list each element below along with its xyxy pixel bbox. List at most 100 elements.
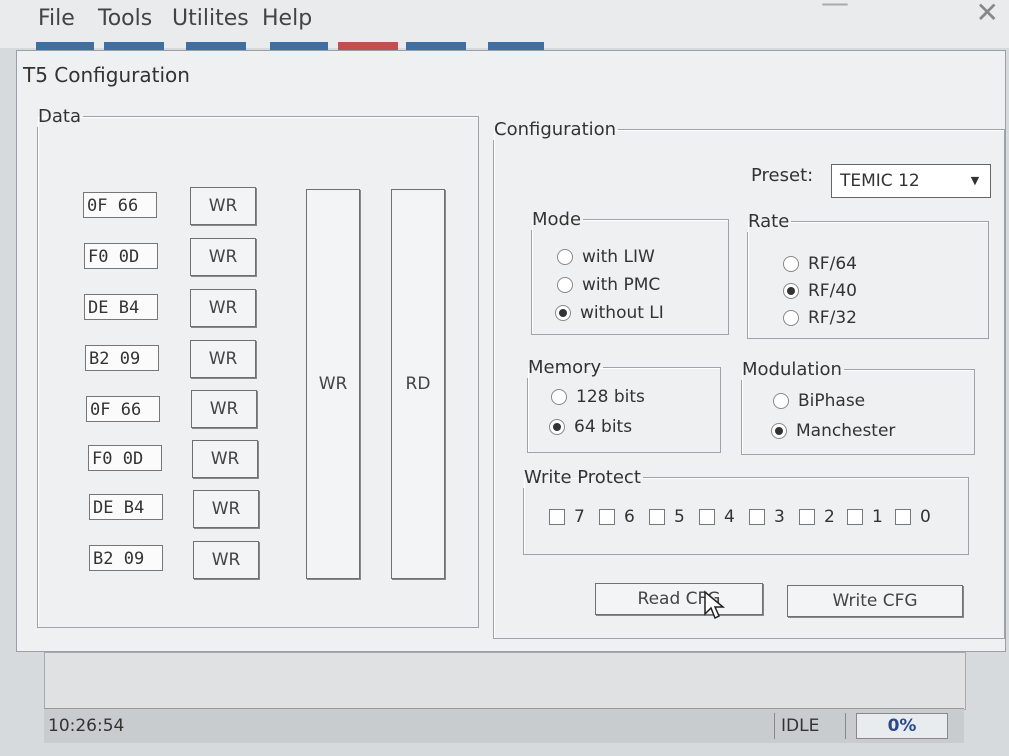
checkbox-icon	[749, 509, 765, 525]
status-bar: 10:26:54 IDLE 0%	[44, 708, 964, 743]
checkbox-icon	[895, 509, 911, 525]
checkbox-label: 5	[674, 507, 685, 527]
write-row-5-button[interactable]: WR	[192, 440, 258, 478]
data-field-row-6[interactable]: DE B4	[89, 494, 163, 520]
radio-label: Manchester	[796, 421, 896, 441]
radio-selected-icon	[783, 283, 799, 299]
write-row-3-button[interactable]: WR	[190, 340, 256, 378]
mode-with-pmc-radio[interactable]: with PMC	[557, 275, 660, 295]
radio-icon	[551, 389, 567, 405]
radio-icon	[557, 249, 573, 265]
radio-label: RF/32	[808, 308, 857, 328]
checkbox-icon	[847, 509, 863, 525]
write-row-4-button[interactable]: WR	[191, 390, 257, 428]
radio-label: without LI	[580, 303, 664, 323]
mode-group-label: Mode	[532, 209, 582, 230]
write-row-7-button[interactable]: WR	[193, 541, 259, 579]
radio-label: with LIW	[582, 247, 655, 267]
dialog-title: T5 Configuration	[23, 63, 190, 87]
checkbox-icon	[699, 509, 715, 525]
write-protect-bit-4[interactable]: 4	[699, 507, 735, 527]
write-protect-group-label: Write Protect	[524, 467, 641, 488]
tab-strip-segment	[488, 42, 544, 50]
memory-128-bits-radio[interactable]: 128 bits	[551, 387, 645, 407]
rate-rf64-radio[interactable]: RF/64	[783, 254, 857, 274]
status-state: IDLE	[774, 713, 846, 739]
write-protect-bit-0[interactable]: 0	[895, 507, 931, 527]
data-field-row-5[interactable]: F0 0D	[88, 445, 162, 471]
preset-value: TEMIC 12	[840, 171, 920, 191]
write-protect-bit-5[interactable]: 5	[649, 507, 685, 527]
minimize-icon[interactable]: —	[821, 0, 849, 19]
tab-strip-segment	[270, 42, 328, 50]
memory-group-label: Memory	[528, 357, 602, 378]
radio-icon	[783, 256, 799, 272]
status-progress: 0%	[856, 713, 948, 739]
modulation-manchester-radio[interactable]: Manchester	[771, 421, 895, 441]
write-row-2-button[interactable]: WR	[190, 289, 256, 327]
checkbox-label: 2	[824, 507, 835, 527]
read-cfg-button[interactable]: Read CFG	[595, 583, 763, 615]
write-cfg-button[interactable]: Write CFG	[787, 585, 963, 617]
configuration-group-label: Configuration	[494, 119, 617, 140]
radio-label: 128 bits	[576, 387, 645, 407]
radio-label: BiPhase	[798, 391, 866, 411]
write-row-6-button[interactable]: WR	[193, 490, 259, 528]
menu-help[interactable]: Help	[262, 6, 312, 31]
read-all-button[interactable]: RD	[391, 189, 445, 579]
radio-label: RF/64	[808, 254, 857, 274]
tab-strip-segment	[104, 42, 164, 50]
checkbox-icon	[549, 509, 565, 525]
status-time: 10:26:54	[48, 716, 125, 736]
menu-tools[interactable]: Tools	[98, 6, 152, 31]
tab-strip-segment	[36, 42, 94, 50]
radio-icon	[783, 310, 799, 326]
checkbox-label: 1	[872, 507, 883, 527]
write-row-1-button[interactable]: WR	[190, 238, 256, 276]
rate-rf32-radio[interactable]: RF/32	[783, 308, 857, 328]
chevron-down-icon[interactable]: ▼	[966, 170, 984, 192]
write-protect-bit-1[interactable]: 1	[847, 507, 883, 527]
write-protect-bit-2[interactable]: 2	[799, 507, 835, 527]
checkbox-icon	[599, 509, 615, 525]
preset-select[interactable]: TEMIC 12 ▼	[831, 164, 991, 198]
tab-strip-segment	[338, 42, 398, 50]
menu-bar: File Tools Utilites Help — ✕	[0, 0, 1009, 48]
write-protect-bit-3[interactable]: 3	[749, 507, 785, 527]
close-icon[interactable]: ✕	[976, 0, 999, 29]
checkbox-label: 4	[724, 507, 735, 527]
checkbox-icon	[799, 509, 815, 525]
log-panel	[44, 652, 966, 710]
write-all-button[interactable]: WR	[306, 189, 360, 579]
data-field-row-4[interactable]: 0F 66	[86, 396, 160, 422]
menu-utilites[interactable]: Utilites	[172, 6, 249, 31]
radio-label: with PMC	[582, 275, 661, 295]
radio-selected-icon	[771, 423, 787, 439]
radio-label: RF/40	[808, 281, 857, 301]
tab-strip-segment	[186, 42, 246, 50]
checkbox-icon	[649, 509, 665, 525]
rate-group-label: Rate	[748, 211, 790, 232]
mouse-pointer-icon	[704, 590, 726, 620]
radio-selected-icon	[549, 419, 565, 435]
radio-icon	[557, 277, 573, 293]
mode-with-liw-radio[interactable]: with LIW	[557, 247, 655, 267]
write-protect-bit-6[interactable]: 6	[599, 507, 635, 527]
rate-rf40-radio[interactable]: RF/40	[783, 281, 857, 301]
mode-without-li-radio[interactable]: without LI	[555, 303, 664, 323]
write-protect-bit-7[interactable]: 7	[549, 507, 585, 527]
memory-64-bits-radio[interactable]: 64 bits	[549, 417, 632, 437]
modulation-group-label: Modulation	[742, 359, 842, 380]
radio-label: 64 bits	[574, 417, 633, 437]
data-field-row-0[interactable]: 0F 66	[83, 192, 157, 218]
radio-selected-icon	[555, 305, 571, 321]
write-row-0-button[interactable]: WR	[190, 187, 256, 225]
data-field-row-2[interactable]: DE B4	[84, 294, 158, 320]
checkbox-label: 6	[624, 507, 635, 527]
modulation-biphase-radio[interactable]: BiPhase	[773, 391, 865, 411]
data-field-row-1[interactable]: F0 0D	[84, 243, 158, 269]
data-field-row-3[interactable]: B2 09	[85, 345, 159, 371]
menu-file[interactable]: File	[38, 6, 75, 31]
data-field-row-7[interactable]: B2 09	[89, 545, 163, 571]
radio-icon	[773, 393, 789, 409]
